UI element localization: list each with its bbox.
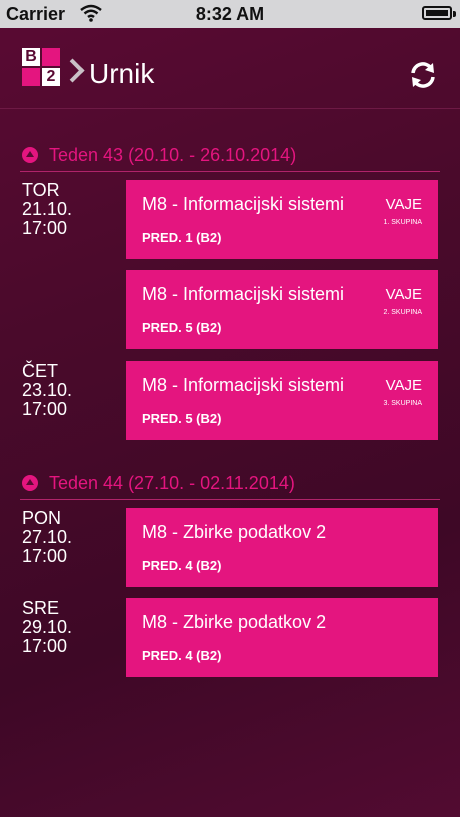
nav-bar: B 2 Urnik — [0, 28, 460, 109]
lecture-room: PRED. 4 (B2) — [142, 558, 222, 573]
day-time: 17:00 — [22, 546, 68, 566]
logo-number: 2 — [42, 68, 60, 86]
lecture-title: M8 - Zbirke podatkov 2 — [142, 522, 327, 542]
clock: 8:32 AM — [195, 4, 265, 24]
day-label: PON 27.10. 17:00 — [22, 509, 112, 566]
lecture-type: VAJE — [385, 286, 422, 303]
lecture-group: 3. SKUPINA — [383, 400, 422, 407]
refresh-icon[interactable] — [408, 60, 438, 90]
collapse-icon[interactable] — [22, 475, 38, 491]
day-date: 23.10. — [22, 380, 73, 400]
lecture-card[interactable]: M8 - Zbirke podatkov 2 PRED. 4 (B2) — [126, 598, 438, 677]
day-time: 17:00 — [22, 636, 68, 656]
day-name: PON — [22, 508, 62, 528]
logo-square — [42, 48, 60, 66]
day-name: SRE — [22, 598, 60, 618]
week-label: Teden 44 (27.10. - 02.11.2014) — [49, 473, 295, 493]
day-label: TOR 21.10. 17:00 — [22, 181, 112, 238]
week-label: Teden 43 (20.10. - 26.10.2014) — [49, 145, 297, 165]
day-date: 27.10. — [22, 527, 73, 547]
lecture-type: VAJE — [385, 196, 422, 213]
day-date: 29.10. — [22, 617, 73, 637]
lecture-group: 2. SKUPINA — [383, 309, 422, 316]
week-header[interactable]: Teden 44 (27.10. - 02.11.2014) — [20, 469, 440, 500]
day-date: 21.10. — [22, 199, 73, 219]
lecture-card[interactable]: M8 - Informacijski sistemi PRED. 5 (B2) … — [126, 270, 438, 349]
lecture-title: M8 - Zbirke podatkov 2 — [142, 612, 327, 632]
lecture-room: PRED. 4 (B2) — [142, 648, 222, 663]
logo-letter: B — [22, 48, 40, 66]
lecture-card[interactable]: M8 - Informacijski sistemi PRED. 5 (B2) … — [126, 361, 438, 440]
lecture-card[interactable]: M8 - Zbirke podatkov 2 PRED. 4 (B2) — [126, 508, 438, 587]
day-time: 17:00 — [22, 218, 68, 238]
status-bar: Carrier 8:32 AM — [0, 0, 460, 28]
lecture-room: PRED. 5 (B2) — [142, 411, 222, 426]
lecture-room: PRED. 1 (B2) — [142, 230, 222, 245]
battery-tip — [453, 11, 456, 17]
week-header[interactable]: Teden 43 (20.10. - 26.10.2014) — [20, 141, 440, 172]
day-label: ČET 23.10. 17:00 — [22, 362, 112, 419]
lecture-room: PRED. 5 (B2) — [142, 320, 222, 335]
lecture-group: 1. SKUPINA — [383, 219, 422, 226]
page-title: Urnik — [89, 58, 155, 89]
collapse-icon[interactable] — [22, 147, 38, 163]
lecture-title: M8 - Informacijski sistemi — [142, 194, 345, 214]
day-label: SRE 29.10. 17:00 — [22, 599, 112, 656]
day-name: TOR — [22, 180, 60, 200]
lecture-card[interactable]: M8 - Informacijski sistemi PRED. 1 (B2) … — [126, 180, 438, 259]
lecture-title: M8 - Informacijski sistemi — [142, 284, 345, 304]
b2-logo[interactable]: B 2 — [22, 48, 60, 86]
battery-icon — [422, 6, 452, 20]
day-time: 17:00 — [22, 399, 68, 419]
logo-square — [22, 68, 40, 86]
lecture-title: M8 - Informacijski sistemi — [142, 375, 345, 395]
lecture-type: VAJE — [385, 377, 422, 394]
chevron-right-icon — [60, 58, 85, 83]
day-name: ČET — [22, 361, 58, 381]
